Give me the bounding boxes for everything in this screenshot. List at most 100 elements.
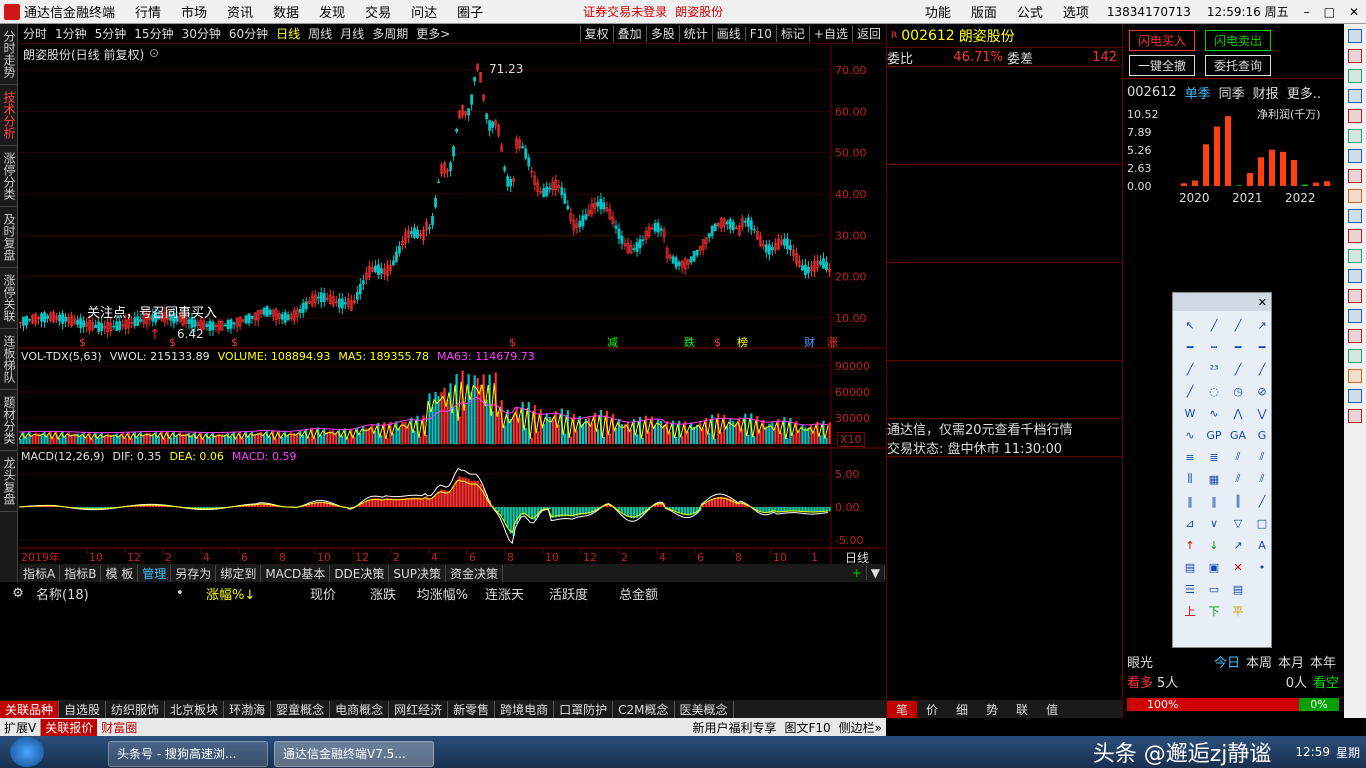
drawing-tool-palette[interactable]: ✕ ↖ ╱ ╱ ↗ ━ ┅ ━ ━ ╱ ²³ ╱ ╱ ╱ ◌ ◷ ⊘ W ∿ ⋀ ⋁ ∿ GP GA G ≡ ≣ ⫽ ⫽ ⫼ ▦ ⫽ ⫽ ‖ ‖ ║… [1172,292,1272,648]
menu-item-hangqing[interactable]: 行情 [125,2,171,21]
tray-clock[interactable]: 12:59 [1295,745,1330,759]
draw-tool-icon[interactable]: ┅ [1203,337,1225,357]
draw-tool-icon[interactable]: A [1251,535,1273,555]
draw-tool-icon[interactable]: ≣ [1203,447,1225,467]
tool-huaxian[interactable]: 画线 [711,25,745,42]
menu-item-xuanxiang[interactable]: 选项 [1053,2,1099,21]
tab-ticai[interactable]: 题材分类 [0,390,18,451]
sidebar-tool-icon[interactable] [1348,269,1362,283]
draw-tool-icon[interactable]: ⫽ [1227,447,1249,467]
draw-tool-icon[interactable]: ∨ [1203,513,1225,533]
vote-bull-label[interactable]: 看多 [1127,672,1153,691]
qtab-shi[interactable]: 势 [977,701,1007,718]
draw-tool-icon[interactable]: ‖ [1179,491,1201,511]
draw-tool-icon[interactable]: ▤ [1227,579,1249,599]
sidebar-tool-icon[interactable] [1348,129,1362,143]
tool-add-watch[interactable]: +自选 [808,25,852,42]
tab-fenshi[interactable]: 分时走势 [0,24,18,85]
gear-icon[interactable]: ⚙ [0,586,36,601]
status-f10[interactable]: 图文F10 [780,719,834,736]
tab-saveas[interactable]: 另存为 [171,564,217,582]
period-multi[interactable]: 多周期 [368,25,412,42]
col-amount[interactable]: 总金额 [588,584,658,603]
draw-tool-icon[interactable]: □ [1251,513,1273,533]
eye-week[interactable]: 本周 [1243,652,1275,671]
sidebar-tool-icon[interactable] [1348,249,1362,263]
menu-item-gongneng[interactable]: 功能 [915,2,961,21]
draw-tool-icon[interactable]: ▤ [1179,557,1201,577]
qtab-xi[interactable]: 细 [947,701,977,718]
draw-tool-icon[interactable]: ☰ [1179,579,1201,599]
draw-tool-icon[interactable]: ╱ [1179,381,1201,401]
menu-item-quanzi[interactable]: 圈子 [447,2,493,21]
draw-tool-icon[interactable]: ⫼ [1179,469,1201,489]
period-5min[interactable]: 5分钟 [91,25,131,42]
sidebar-tool-icon[interactable] [1348,409,1362,423]
draw-tool-icon[interactable]: ╱ [1179,359,1201,379]
quote-ad[interactable]: 通达信，仅需20元查看千档行情 [887,418,1122,438]
tab-jishu[interactable]: 技术分析 [0,85,18,146]
menu-item-gongshi[interactable]: 公式 [1007,2,1053,21]
qtab-jia[interactable]: 价 [917,701,947,718]
tab-sup[interactable]: SUP决策 [389,564,447,582]
col-name[interactable]: 名称(18) [36,584,176,603]
period-15min[interactable]: 15分钟 [130,25,177,42]
draw-tool-icon[interactable]: ↗ [1251,315,1273,335]
draw-tool-icon[interactable]: W [1179,403,1201,423]
period-monthly[interactable]: 月线 [336,25,368,42]
draw-tool-icon[interactable]: ▦ [1203,469,1225,489]
draw-tool-icon[interactable]: GA [1227,425,1249,445]
tab-zhangting[interactable]: 涨停分类 [0,146,18,207]
status-sidebar[interactable]: 侧边栏» [835,719,886,736]
eye-month[interactable]: 本月 [1275,652,1307,671]
period-30min[interactable]: 30分钟 [178,25,225,42]
draw-tool-icon[interactable]: ╱ [1251,491,1273,511]
tab-longtou[interactable]: 龙头复盘 [0,451,18,512]
draw-tool-icon[interactable]: ∿ [1179,425,1201,445]
col-activity[interactable]: 活跃度 [524,584,588,603]
draw-tool-icon[interactable] [1251,579,1273,599]
block-tab-1[interactable]: 纺织服饰 [106,700,166,718]
draw-tool-icon[interactable]: ⫽ [1227,469,1249,489]
draw-tool-icon[interactable]: ▣ [1203,557,1225,577]
tool-diejia[interactable]: 叠加 [612,25,646,42]
status-related-quote[interactable]: 关联报价 [41,718,98,736]
fin-tab-same[interactable]: 同季 [1219,83,1245,102]
sidebar-tool-icon[interactable] [1348,349,1362,363]
block-tab-2[interactable]: 北京板块 [165,700,225,718]
period-60min[interactable]: 60分钟 [225,25,272,42]
period-weekly[interactable]: 周线 [304,25,336,42]
menu-item-wenda[interactable]: 问达 [401,2,447,21]
table-row[interactable] [0,604,886,626]
sidebar-tool-icon[interactable] [1348,209,1362,223]
menu-item-jiaoyi[interactable]: 交易 [355,2,401,21]
close-icon[interactable]: ✕ [1342,5,1366,19]
status-fortune[interactable]: 财富圈 [97,719,141,736]
col-price[interactable]: 现价 [262,584,336,603]
status-promo[interactable]: 新用户福利专享 [688,719,780,736]
tab-indicator-a[interactable]: 指标A [19,564,61,582]
sidebar-tool-icon[interactable] [1348,309,1362,323]
tool-back[interactable]: 返回 [851,25,885,42]
vote-bear-label[interactable]: 看空 [1313,672,1339,691]
tab-tidui[interactable]: 连板梯队 [0,329,18,390]
sidebar-tool-icon[interactable] [1348,369,1362,383]
block-tab-6[interactable]: 网红经济 [389,700,449,718]
block-tab-10[interactable]: C2M概念 [613,700,675,718]
draw-tool-icon[interactable]: ━ [1179,337,1201,357]
menu-item-shuju[interactable]: 数据 [263,2,309,21]
draw-tool-icon[interactable]: ⋁ [1251,403,1273,423]
sidebar-tool-icon[interactable] [1348,169,1362,183]
draw-tool-icon[interactable]: ↓ [1203,535,1225,555]
draw-tool-icon[interactable]: ▭ [1203,579,1225,599]
sidebar-tool-icon[interactable] [1348,389,1362,403]
tool-duogu[interactable]: 多股 [645,25,679,42]
col-change[interactable]: 涨跌 [336,584,396,603]
qtab-lian[interactable]: 联 [1007,701,1037,718]
sidebar-tool-icon[interactable] [1348,89,1362,103]
qtab-zhi[interactable]: 值 [1037,701,1067,718]
tab-dde[interactable]: DDE决策 [330,564,390,582]
draw-tool-icon[interactable]: ⊿ [1179,513,1201,533]
status-expand[interactable]: 扩展V [0,718,42,736]
draw-tool-icon[interactable]: GP [1203,425,1225,445]
